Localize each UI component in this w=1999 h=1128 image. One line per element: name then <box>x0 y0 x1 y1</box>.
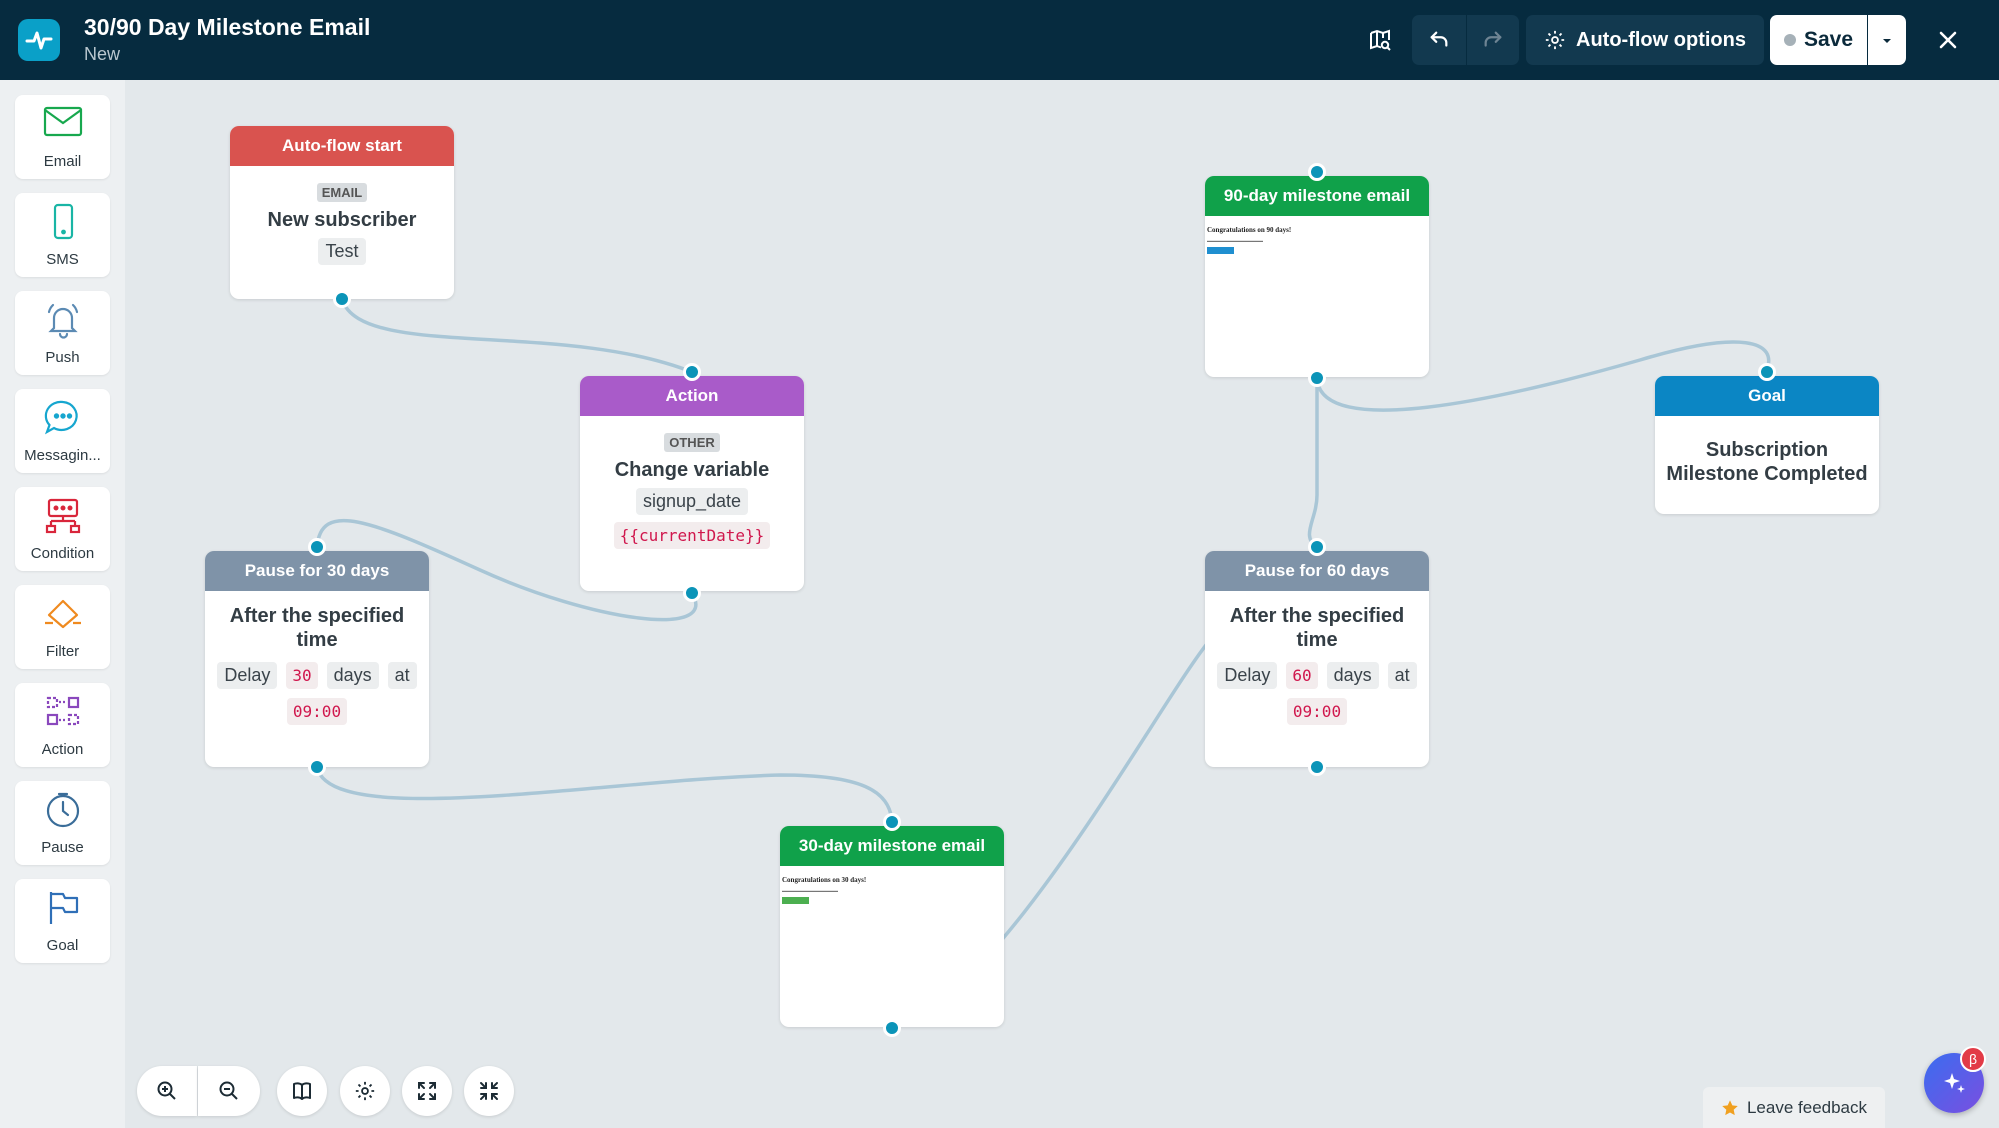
delay-unit: days <box>1326 662 1379 689</box>
connector-input[interactable] <box>308 538 326 556</box>
connector-input[interactable] <box>683 363 701 381</box>
gear-icon <box>355 1081 375 1101</box>
email-preview: Congratulations on 90 days! ▬▬▬▬▬▬▬▬▬▬▬▬… <box>1205 216 1429 264</box>
node-email-90[interactable]: 90-day milestone email Congratulations o… <box>1205 176 1429 377</box>
node-pause-30[interactable]: Pause for 30 days After the specified ti… <box>205 551 429 767</box>
connector-output[interactable] <box>883 1019 901 1037</box>
node-header: Goal <box>1655 376 1879 416</box>
connector-output[interactable] <box>333 290 351 308</box>
delay-time: 09:00 <box>1286 698 1348 725</box>
connector-input[interactable] <box>1308 163 1326 181</box>
node-title: New subscriber <box>267 209 417 231</box>
node-header: Auto-flow start <box>230 126 454 166</box>
delay-time: 09:00 <box>286 698 348 725</box>
connector-input[interactable] <box>1758 363 1776 381</box>
delay-unit: days <box>326 662 379 689</box>
email-preview: Congratulations on 30 days! ▬▬▬▬▬▬▬▬▬▬▬▬… <box>780 866 1004 914</box>
node-header: Action <box>580 376 804 416</box>
connector-output[interactable] <box>683 584 701 602</box>
node-type-tag: OTHER <box>664 433 720 452</box>
email-preview-button <box>1207 247 1234 254</box>
segment-chip: Test <box>318 238 366 265</box>
zoom-out-icon <box>219 1081 238 1100</box>
node-email-30[interactable]: 30-day milestone email Congratulations o… <box>780 826 1004 1027</box>
zoom-in-icon <box>157 1081 176 1100</box>
book-icon <box>293 1082 311 1100</box>
variable-value: {{currentDate}} <box>613 522 771 549</box>
email-preview-text: ▬▬▬▬▬▬▬▬▬▬▬▬▬▬ <box>1207 238 1263 243</box>
leave-feedback-button[interactable]: Leave feedback <box>1703 1087 1885 1128</box>
email-preview-button <box>782 897 809 904</box>
connector-output[interactable] <box>1308 758 1326 776</box>
connector-input[interactable] <box>883 813 901 831</box>
expand-icon <box>418 1082 436 1100</box>
at-label: at <box>1387 662 1417 689</box>
connector-output[interactable] <box>308 758 326 776</box>
node-title: Subscription Milestone Completed <box>1666 439 1868 485</box>
sparkle-icon <box>1944 1073 1965 1093</box>
node-goal[interactable]: Goal Subscription Milestone Completed <box>1655 376 1879 514</box>
edge-pause60-to-email90 <box>1307 378 1319 550</box>
edge-pause30-to-email30 <box>315 766 894 823</box>
collapse-button[interactable] <box>464 1066 514 1116</box>
node-header: Pause for 30 days <box>205 551 429 591</box>
canvas-settings-button[interactable] <box>340 1066 390 1116</box>
at-label: at <box>387 662 417 689</box>
zoom-in-button[interactable] <box>137 1066 197 1116</box>
node-header: 90-day milestone email <box>1205 176 1429 216</box>
expand-button[interactable] <box>402 1066 452 1116</box>
collapse-icon <box>480 1082 498 1100</box>
edge-start-to-action <box>340 298 693 374</box>
node-title: After the specified time <box>229 605 405 651</box>
star-icon <box>1722 1099 1738 1115</box>
delay-label: Delay <box>1217 662 1278 689</box>
node-header: Pause for 60 days <box>1205 551 1429 591</box>
email-preview-text: ▬▬▬▬▬▬▬▬▬▬▬▬▬▬ <box>782 888 838 893</box>
email-preview-heading: Congratulations on 30 days! <box>782 876 867 884</box>
node-title: Change variable <box>614 459 770 481</box>
feedback-label: Leave feedback <box>1746 1097 1868 1117</box>
variable-chip: signup_date <box>635 488 749 515</box>
node-title: After the specified time <box>1229 605 1405 651</box>
delay-label: Delay <box>217 662 278 689</box>
node-auto-flow-start[interactable]: Auto-flow start EMAIL New subscriber Tes… <box>230 126 454 299</box>
node-action[interactable]: Action OTHER Change variable signup_date… <box>580 376 804 591</box>
email-preview-heading: Congratulations on 90 days! <box>1207 226 1292 234</box>
node-pause-60[interactable]: Pause for 60 days After the specified ti… <box>1205 551 1429 767</box>
delay-value: 30 <box>286 662 318 689</box>
node-header: 30-day milestone email <box>780 826 1004 866</box>
delay-value: 60 <box>1286 662 1318 689</box>
beta-badge: β <box>1960 1046 1986 1072</box>
guide-button[interactable] <box>277 1066 327 1116</box>
node-type-tag: EMAIL <box>316 183 368 202</box>
zoom-out-button[interactable] <box>198 1066 260 1116</box>
connector-output[interactable] <box>1308 369 1326 387</box>
connector-input[interactable] <box>1308 538 1326 556</box>
